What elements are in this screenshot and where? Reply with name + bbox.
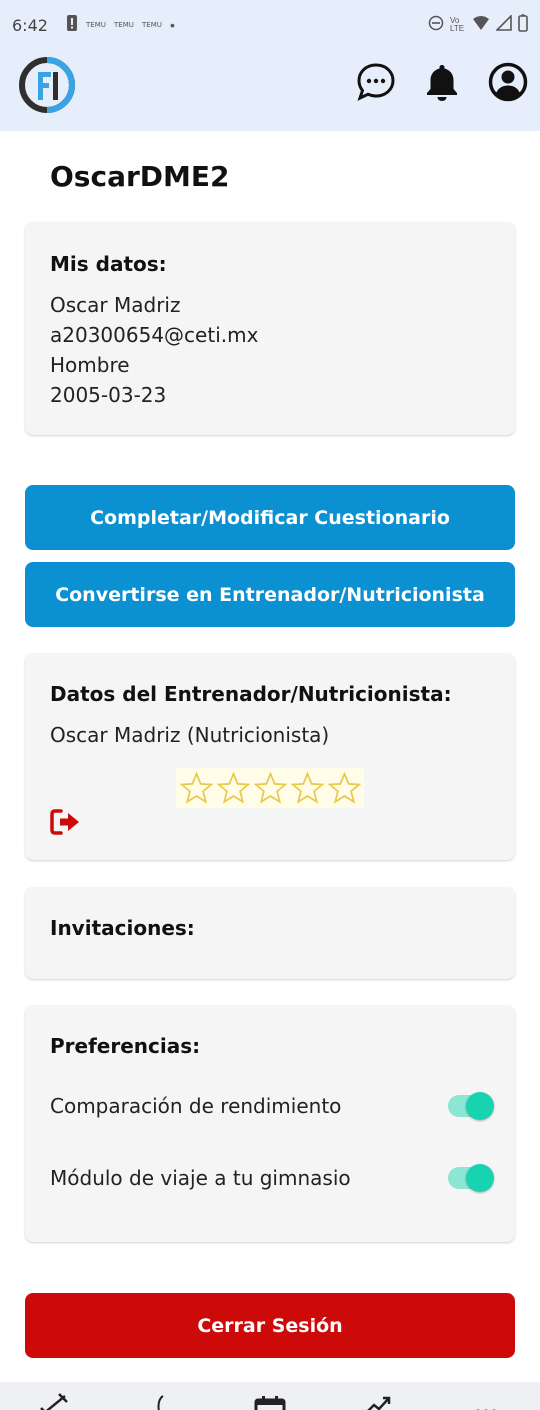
trainer-data-title: Datos del Entrenador/Nutricionista: [50, 682, 452, 706]
status-bar: 6:42 TEMU TEMU TEMU • Vo LTE [0, 0, 540, 50]
trainer-entry: Oscar Madriz (Nutricionista) [50, 723, 330, 747]
preferences-title: Preferencias: [50, 1034, 201, 1058]
gym-travel-toggle[interactable] [448, 1164, 494, 1192]
trainer-data-card: Datos del Entrenador/Nutricionista: Osca… [25, 653, 515, 860]
nav-more-icon[interactable] [466, 1392, 506, 1410]
performance-comparison-toggle[interactable] [448, 1092, 494, 1120]
logout-button[interactable]: Cerrar Sesión [25, 1293, 515, 1358]
my-data-card: Mis datos: Oscar Madriz a20300654@ceti.m… [25, 222, 515, 435]
nav-workout-icon[interactable] [34, 1392, 74, 1410]
profile-username: OscarDME2 [50, 160, 230, 193]
alert-icon [66, 14, 78, 37]
my-data-title: Mis datos: [50, 252, 167, 276]
battery-icon [518, 13, 528, 37]
preference-row-gym-travel: Módulo de viaje a tu gimnasio [50, 1163, 494, 1193]
questionnaire-button[interactable]: Completar/Modificar Cuestionario [25, 485, 515, 550]
toggle-knob [466, 1164, 494, 1192]
bottom-nav [0, 1382, 540, 1410]
star-icon[interactable] [326, 770, 363, 807]
my-data-gender: Hombre [50, 353, 130, 377]
invitations-card: Invitaciones: [25, 887, 515, 979]
star-icon[interactable] [289, 770, 326, 807]
preferences-card: Preferencias: Comparación de rendimiento… [25, 1005, 515, 1242]
volte-icon: Vo LTE [450, 16, 465, 33]
star-rating[interactable] [176, 768, 364, 808]
do-not-disturb-icon [428, 15, 444, 36]
nav-progress-icon[interactable] [358, 1392, 398, 1410]
star-icon[interactable] [252, 770, 289, 807]
status-time: 6:42 [12, 15, 48, 35]
signal-icon [495, 13, 512, 36]
my-data-birthdate: 2005-03-23 [50, 383, 167, 407]
temu-notification-icon: TEMU [114, 20, 134, 29]
app-header [0, 50, 540, 131]
invitations-title: Invitaciones: [50, 916, 195, 940]
toggle-knob [466, 1092, 494, 1120]
preference-label: Comparación de rendimiento [50, 1094, 342, 1118]
bell-icon[interactable] [422, 62, 462, 102]
leave-trainer-icon[interactable] [50, 808, 82, 836]
wifi-icon [472, 15, 490, 36]
chat-icon[interactable] [356, 62, 396, 102]
nav-nutrition-icon[interactable] [142, 1392, 182, 1410]
star-icon[interactable] [178, 770, 215, 807]
preference-label: Módulo de viaje a tu gimnasio [50, 1166, 351, 1190]
app-logo[interactable] [18, 56, 76, 114]
preference-row-performance: Comparación de rendimiento [50, 1091, 494, 1121]
my-data-email: a20300654@ceti.mx [50, 323, 259, 347]
account-icon[interactable] [488, 62, 528, 102]
temu-notification-icon: TEMU [86, 20, 106, 29]
more-notifications-dot-icon: • [169, 17, 175, 33]
my-data-name: Oscar Madriz [50, 293, 181, 317]
become-trainer-button[interactable]: Convertirse en Entrenador/Nutricionista [25, 562, 515, 627]
nav-calendar-icon[interactable] [250, 1392, 290, 1410]
star-icon[interactable] [215, 770, 252, 807]
temu-notification-icon: TEMU [142, 20, 162, 29]
